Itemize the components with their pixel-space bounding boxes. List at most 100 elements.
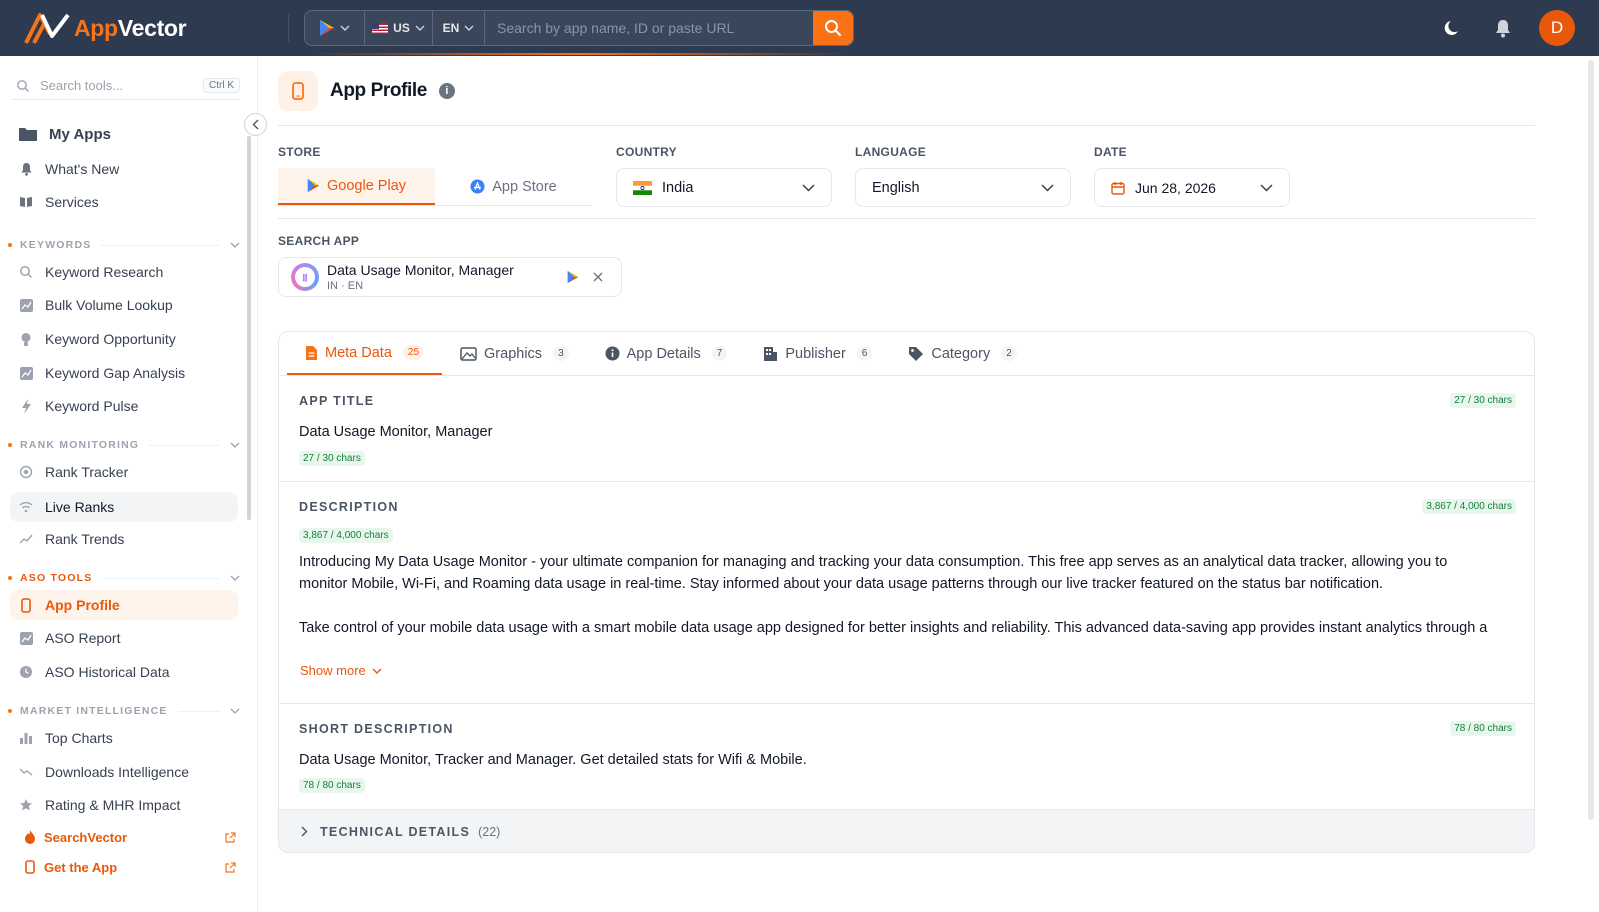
theme-toggle-button[interactable] xyxy=(1439,14,1467,42)
country-selector[interactable]: US xyxy=(365,11,433,45)
technical-details-count: (22) xyxy=(478,824,501,839)
technical-details-label: TECHNICAL DETAILS xyxy=(320,824,471,839)
tab-count: 3 xyxy=(553,346,569,361)
store-selector[interactable] xyxy=(305,11,365,45)
star-icon xyxy=(18,797,34,813)
section-dot xyxy=(8,243,12,247)
user-avatar[interactable]: D xyxy=(1539,10,1575,46)
technical-details-toggle[interactable]: TECHNICAL DETAILS (22) xyxy=(279,809,1534,852)
sidebar-item-keyword-pulse[interactable]: Keyword Pulse xyxy=(10,391,238,421)
divider xyxy=(102,577,220,579)
book-icon xyxy=(18,194,34,210)
description-paragraph: Introducing My Data Usage Monitor - your… xyxy=(299,554,1448,592)
global-search: US EN xyxy=(304,10,854,46)
app-icon: || xyxy=(291,263,319,291)
sidebar-item-rating-mhr[interactable]: Rating & MHR Impact xyxy=(10,790,238,820)
bolt-icon xyxy=(18,398,34,414)
char-count-badge: 27 / 30 chars xyxy=(299,451,365,466)
topbar-actions: D xyxy=(1439,10,1575,46)
tab-count: 25 xyxy=(402,345,425,360)
sidebar-item-label: App Profile xyxy=(45,597,120,613)
lightbulb-icon xyxy=(18,331,34,347)
selected-app-name: Data Usage Monitor, Manager xyxy=(327,262,514,278)
section-dot xyxy=(8,576,12,580)
sidebar-item-app-profile[interactable]: App Profile xyxy=(10,590,238,620)
sidebar-item-keyword-gap[interactable]: Keyword Gap Analysis xyxy=(10,358,238,388)
language-selector[interactable]: EN xyxy=(433,11,485,45)
footer-link-label: Get the App xyxy=(44,859,118,875)
close-icon[interactable] xyxy=(593,272,603,282)
app-search-input[interactable] xyxy=(485,11,813,45)
sidebar-item-live-ranks[interactable]: Live Ranks xyxy=(10,492,238,522)
store-tabs: Google Play App Store xyxy=(278,168,592,206)
notifications-button[interactable] xyxy=(1489,14,1517,42)
sidebar-item-my-apps[interactable]: My Apps xyxy=(10,119,238,149)
section-rank-monitoring[interactable]: RANK MONITORING xyxy=(8,437,240,453)
country-select[interactable]: India xyxy=(616,168,832,207)
building-icon xyxy=(764,346,778,361)
sidebar-item-top-charts[interactable]: Top Charts xyxy=(10,723,238,753)
tab-publisher[interactable]: Publisher 6 xyxy=(745,332,890,375)
section-keywords[interactable]: KEYWORDS xyxy=(8,237,240,253)
bar-chart-icon xyxy=(18,730,34,746)
tab-category[interactable]: Category 2 xyxy=(890,332,1034,375)
bell-icon xyxy=(18,161,34,177)
collapse-sidebar-button[interactable] xyxy=(244,113,267,136)
sidebar-item-keyword-research[interactable]: Keyword Research xyxy=(10,257,238,287)
sidebar-item-rank-trends[interactable]: Rank Trends xyxy=(10,524,238,554)
sidebar-item-label: My Apps xyxy=(49,125,111,143)
selected-app-chip[interactable]: || Data Usage Monitor, Manager IN · EN xyxy=(278,257,622,297)
brand-name: AppVector xyxy=(74,14,187,41)
sidebar-scrollbar[interactable] xyxy=(247,136,251,520)
language-code: EN xyxy=(442,21,460,35)
search-button[interactable] xyxy=(813,11,853,45)
sidebar-item-keyword-opportunity[interactable]: Keyword Opportunity xyxy=(10,324,238,354)
tab-meta-data[interactable]: Meta Data 25 xyxy=(287,332,443,375)
char-count-badge: 3,867 / 4,000 chars xyxy=(299,528,393,543)
detail-tabs: Meta Data 25 Graphics 3 App Details 7 Pu… xyxy=(287,332,1035,375)
tab-graphics[interactable]: Graphics 3 xyxy=(442,332,587,375)
chevron-down-icon xyxy=(1041,183,1054,192)
section-title: RANK MONITORING xyxy=(20,439,140,451)
tab-label: Meta Data xyxy=(325,344,392,361)
divider xyxy=(288,14,289,42)
sidebar-item-services[interactable]: Services xyxy=(10,187,238,217)
page-header: App Profile i xyxy=(278,70,455,112)
app-title-value: Data Usage Monitor, Manager xyxy=(299,424,493,440)
search-icon xyxy=(17,79,29,92)
page-scrollbar[interactable] xyxy=(1588,60,1594,820)
sidebar-item-aso-report[interactable]: ASO Report xyxy=(10,623,238,653)
description-text: Introducing My Data Usage Monitor - your… xyxy=(299,551,1499,647)
tools-search[interactable]: Search tools... Ctrl K xyxy=(12,72,240,100)
sidebar-item-bulk-volume[interactable]: Bulk Volume Lookup xyxy=(10,290,238,320)
sidebar-item-whats-new[interactable]: What's New xyxy=(10,154,238,184)
char-count-badge: 3,867 / 4,000 chars xyxy=(1422,499,1516,514)
searchvector-link[interactable]: SearchVector xyxy=(22,826,236,848)
language-select[interactable]: English xyxy=(855,168,1071,207)
google-play-icon xyxy=(567,271,579,283)
section-title: SHORT DESCRIPTION xyxy=(299,722,454,736)
show-more-label: Show more xyxy=(300,663,366,678)
language-label: LANGUAGE xyxy=(855,145,927,159)
section-market-intelligence[interactable]: MARKET INTELLIGENCE xyxy=(8,703,240,719)
tab-app-store[interactable]: App Store xyxy=(435,168,592,205)
date-value: Jun 28, 2026 xyxy=(1135,179,1216,196)
sidebar-item-downloads-intelligence[interactable]: Downloads Intelligence xyxy=(10,757,238,787)
show-more-button[interactable]: Show more xyxy=(300,663,382,678)
tab-app-details[interactable]: App Details 7 xyxy=(587,332,746,375)
app-logo[interactable]: AppVector xyxy=(24,10,187,46)
chevron-right-icon xyxy=(301,826,308,837)
get-the-app-link[interactable]: Get the App xyxy=(22,856,236,878)
sidebar-item-aso-historical[interactable]: ASO Historical Data xyxy=(10,657,238,687)
sidebar-item-rank-tracker[interactable]: Rank Tracker xyxy=(10,457,238,487)
image-icon xyxy=(460,346,477,361)
date-picker[interactable]: Jun 28, 2026 xyxy=(1094,168,1290,207)
tab-google-play[interactable]: Google Play xyxy=(278,168,435,205)
search-icon xyxy=(18,264,34,280)
info-icon[interactable]: i xyxy=(438,83,455,99)
tools-search-placeholder: Search tools... xyxy=(40,78,124,93)
country-value: India xyxy=(662,179,694,196)
divider xyxy=(177,710,220,712)
section-aso-tools[interactable]: ASO TOOLS xyxy=(8,570,240,586)
flame-icon xyxy=(22,830,38,844)
